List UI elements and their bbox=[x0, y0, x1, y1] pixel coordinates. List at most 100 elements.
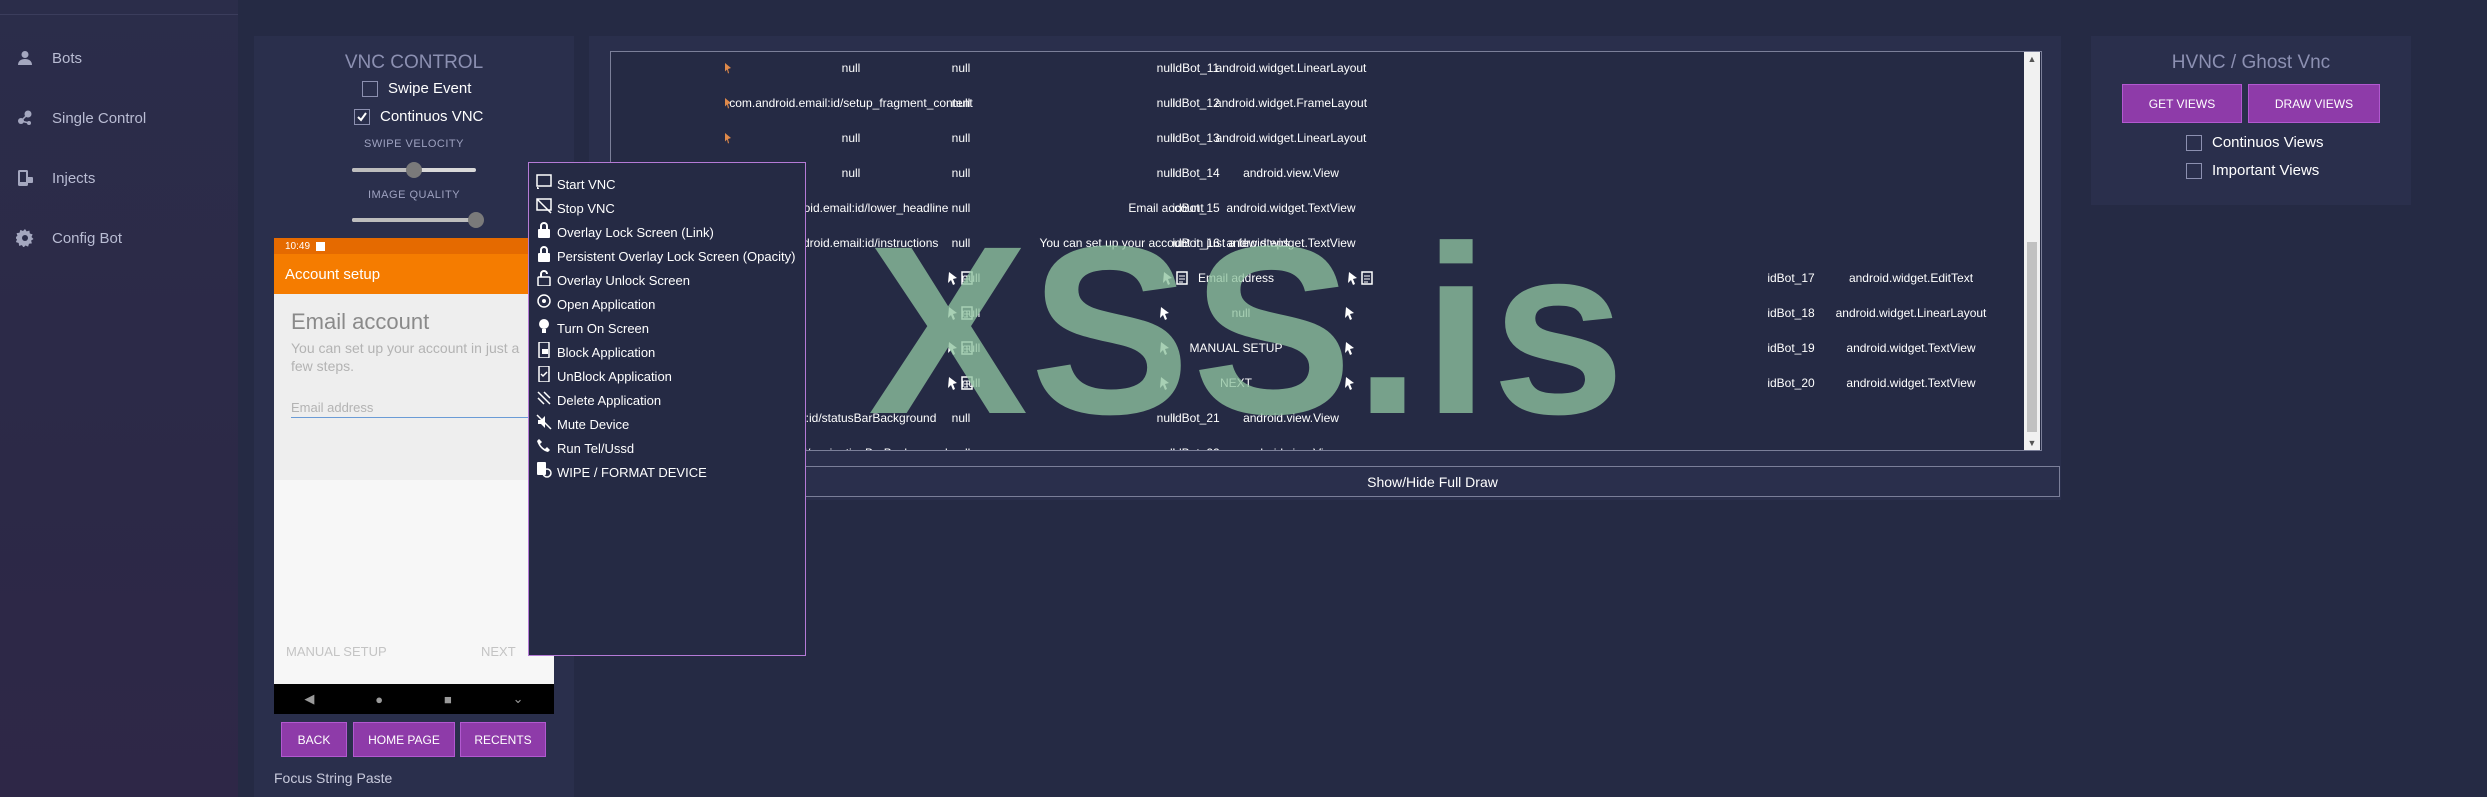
context-menu-item[interactable]: Overlay Lock Screen (Link) bbox=[535, 220, 714, 244]
context-menu-item-label: Start VNC bbox=[557, 176, 616, 192]
sidebar-item-single-control[interactable]: Single Control bbox=[0, 98, 238, 138]
slider-thumb[interactable] bbox=[406, 162, 422, 178]
touch-icon bbox=[535, 294, 553, 314]
phone-lock-icon bbox=[535, 342, 553, 362]
home-page-button[interactable]: HOME PAGE bbox=[353, 722, 455, 757]
context-menu-item-label: Persistent Overlay Lock Screen (Opacity) bbox=[557, 248, 796, 264]
important-views-label: Important Views bbox=[2212, 162, 2320, 179]
recents-button[interactable]: RECENTS bbox=[460, 722, 546, 757]
back-triangle-icon[interactable]: ◀ bbox=[304, 691, 314, 707]
phone-email-field[interactable]: Email address bbox=[291, 400, 541, 418]
sidebar-item-bots[interactable]: Bots bbox=[0, 38, 238, 78]
continuous-vnc-checkbox[interactable]: Continuos VNC bbox=[354, 108, 483, 125]
slider-thumb[interactable] bbox=[468, 212, 484, 228]
checkbox-box[interactable] bbox=[2186, 162, 2202, 179]
home-circle-icon[interactable]: ● bbox=[375, 692, 383, 707]
table-cell-text: null bbox=[951, 165, 971, 180]
phone-manual-setup[interactable]: MANUAL SETUP bbox=[286, 644, 387, 659]
phone-check-icon bbox=[535, 366, 553, 386]
table-cell-class: android.widget.TextView bbox=[1846, 340, 1976, 355]
context-menu-item[interactable]: Run Tel/Ussd bbox=[535, 436, 634, 460]
slider-fill bbox=[352, 168, 414, 172]
context-menu-item[interactable]: Mute Device bbox=[535, 412, 629, 436]
scroll-thumb[interactable] bbox=[2027, 242, 2037, 432]
recents-square-icon[interactable]: ■ bbox=[444, 692, 452, 707]
sidebar-divider bbox=[0, 14, 238, 15]
syringe-icon bbox=[14, 167, 36, 189]
checkbox-box[interactable] bbox=[354, 108, 370, 125]
table-row[interactable]: null null null idBot_11 android.widget.Linea… bbox=[611, 52, 2021, 85]
unlock-icon bbox=[535, 270, 553, 290]
sidebar-item-label: Bots bbox=[52, 49, 83, 67]
table-cell-class: android.view.View bbox=[1243, 165, 1339, 180]
table-row[interactable]: null null null idBot_14 android.view.View bbox=[611, 155, 2021, 190]
chevron-down-icon[interactable]: ⌄ bbox=[513, 691, 524, 707]
context-menu-item[interactable]: Start VNC bbox=[535, 172, 616, 196]
phone-subtext: You can set up your account in just a fe… bbox=[291, 340, 520, 374]
swipe-event-label: Swipe Event bbox=[388, 80, 472, 97]
table-cell-class: android.widget.EditText bbox=[1848, 270, 1974, 285]
context-menu-item[interactable]: Persistent Overlay Lock Screen (Opacity) bbox=[535, 244, 795, 268]
table-cell-class: android.widget.LinearLayout bbox=[1215, 60, 1367, 75]
context-menu-item[interactable]: Delete Application bbox=[535, 388, 661, 412]
swipe-velocity-slider[interactable] bbox=[352, 162, 476, 178]
table-scrollbar[interactable]: ▲ ▼ bbox=[2024, 52, 2040, 450]
check-icon bbox=[357, 111, 367, 122]
scroll-down-icon[interactable]: ▼ bbox=[2024, 436, 2040, 450]
context-menu-item[interactable]: UnBlock Application bbox=[535, 364, 672, 388]
table-cell-res-id: null bbox=[841, 130, 861, 145]
sidebar-item-label: Single Control bbox=[52, 109, 147, 127]
cast-off-icon bbox=[535, 198, 553, 218]
phone-status-bar: 10:49 bbox=[274, 238, 554, 254]
phone-screen[interactable]: 10:49 Account setup Email account You ca… bbox=[274, 238, 554, 714]
swipe-velocity-label: SWIPE VELOCITY bbox=[364, 138, 464, 150]
table-row[interactable]: com.android.email:id/setup_fragment_cont… bbox=[611, 85, 2021, 120]
sidebar-item-label: Injects bbox=[52, 169, 96, 187]
checkbox-box[interactable] bbox=[362, 80, 378, 97]
continuous-vnc-label: Continuos VNC bbox=[380, 108, 484, 125]
context-menu-item[interactable]: Block Application bbox=[535, 340, 655, 364]
draw-views-button[interactable]: DRAW VIEWS bbox=[2248, 84, 2380, 123]
notification-icon bbox=[316, 241, 326, 251]
table-cell-text: null bbox=[951, 95, 971, 110]
sidebar: Bots Single Control Injects Config Bot bbox=[0, 0, 238, 797]
gear-icon bbox=[14, 227, 36, 249]
scroll-up-icon[interactable]: ▲ bbox=[2024, 52, 2040, 66]
context-menu-item-label: Stop VNC bbox=[557, 200, 615, 216]
sidebar-item-injects[interactable]: Injects bbox=[0, 158, 238, 198]
continuous-views-checkbox[interactable]: Continuos Views bbox=[2186, 134, 2323, 151]
context-menu-item-label: Delete Application bbox=[557, 392, 662, 408]
sidebar-item-config-bot[interactable]: Config Bot bbox=[0, 218, 238, 258]
phone-app-title: Account setup bbox=[285, 265, 381, 283]
context-menu-item[interactable]: Turn On Screen bbox=[535, 316, 649, 340]
context-menu-item[interactable]: Stop VNC bbox=[535, 196, 615, 220]
table-row[interactable]: null null null idBot_13 android.widget.Linea… bbox=[611, 120, 2021, 155]
table-cell-res-id: com.android.email:id/setup_fragment_cont… bbox=[729, 95, 973, 110]
hvnc-title: HVNC / Ghost Vnc bbox=[2171, 52, 2331, 73]
context-menu-item-label: Overlay Lock Screen (Link) bbox=[557, 224, 714, 240]
phone-app-bar: Account setup bbox=[274, 254, 554, 294]
back-button[interactable]: BACK bbox=[281, 722, 347, 757]
table-cell-text: null bbox=[951, 130, 971, 145]
context-menu-item[interactable]: Overlay Unlock Screen bbox=[535, 268, 690, 292]
wipe-icon bbox=[535, 462, 553, 482]
important-views-checkbox[interactable]: Important Views bbox=[2186, 162, 2319, 179]
context-menu-item-label: Turn On Screen bbox=[557, 320, 650, 336]
show-hide-full-draw-button[interactable]: Show/Hide Full Draw bbox=[805, 466, 2060, 497]
phone-next[interactable]: NEXT bbox=[481, 644, 516, 659]
context-menu-item-label: Block Application bbox=[557, 344, 656, 360]
context-menu-item[interactable]: Open Application bbox=[535, 292, 655, 316]
lock-icon bbox=[535, 246, 553, 266]
swipe-event-checkbox[interactable]: Swipe Event bbox=[362, 80, 471, 97]
context-menu-item-label: Open Application bbox=[557, 296, 656, 312]
context-menu-item-label: UnBlock Application bbox=[557, 368, 672, 384]
context-menu-item[interactable]: WIPE / FORMAT DEVICE bbox=[535, 460, 707, 484]
delete-icon bbox=[535, 390, 553, 410]
cast-icon bbox=[535, 174, 553, 194]
phone-nav-bar: ◀ ● ■ ⌄ bbox=[274, 684, 554, 714]
image-quality-slider[interactable] bbox=[352, 212, 484, 228]
phone-heading: Email account bbox=[291, 309, 430, 334]
get-views-button[interactable]: GET VIEWS bbox=[2122, 84, 2242, 123]
checkbox-box[interactable] bbox=[2186, 134, 2202, 151]
table-cell-res-id: null bbox=[841, 60, 861, 75]
